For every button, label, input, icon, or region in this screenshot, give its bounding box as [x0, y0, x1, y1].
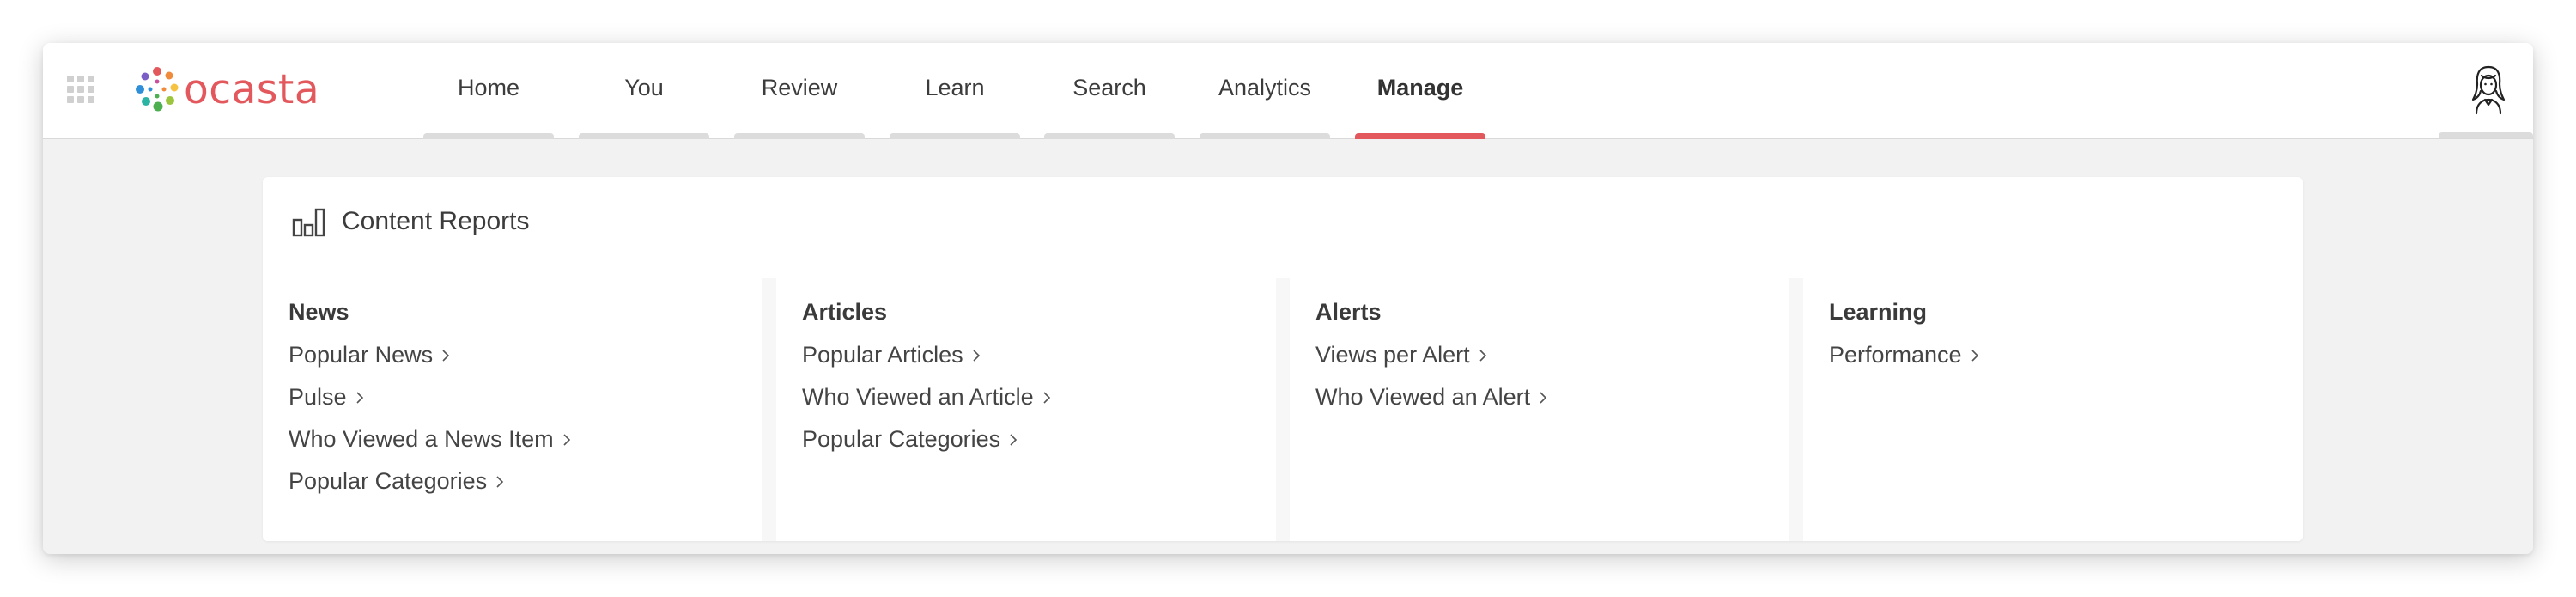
report-link-list: Performance	[1829, 342, 1979, 384]
report-link-label: Views per Alert	[1315, 342, 1470, 368]
tab-label: You	[624, 75, 664, 101]
tab-indicator	[2439, 132, 2533, 138]
report-link-list: Views per Alert Who Viewed an Alert	[1315, 342, 1547, 426]
report-link[interactable]: Pulse	[289, 384, 571, 426]
report-link-label: Who Viewed a News Item	[289, 426, 554, 452]
tab-label: Learn	[925, 75, 985, 101]
report-link[interactable]: Views per Alert	[1315, 342, 1547, 384]
report-link[interactable]: Performance	[1829, 342, 1979, 384]
tab-review[interactable]: Review	[734, 43, 865, 139]
report-link-label: Popular Categories	[802, 426, 1001, 452]
report-link[interactable]: Who Viewed an Article	[802, 384, 1051, 426]
tab-label: Review	[761, 75, 838, 101]
report-link-label: Who Viewed an Article	[802, 384, 1034, 410]
brand-name: ocasta	[184, 65, 320, 113]
report-link[interactable]: Popular Categories	[289, 468, 571, 510]
report-column-articles: Articles Popular Articles Who Viewed an …	[776, 278, 1276, 541]
tab-label: Manage	[1376, 75, 1464, 101]
column-divider	[1276, 278, 1290, 541]
logo-mark-icon	[136, 67, 179, 112]
report-link-label: Who Viewed an Alert	[1315, 384, 1531, 410]
report-link-label: Performance	[1829, 342, 1962, 368]
chevron-right-icon	[1043, 392, 1050, 404]
column-heading: Articles	[802, 299, 888, 325]
chevron-right-icon	[355, 392, 363, 404]
tab-indicator	[734, 133, 865, 139]
report-link-label: Pulse	[289, 384, 347, 410]
tab-label: Analytics	[1218, 75, 1312, 101]
grid-icon[interactable]	[67, 76, 94, 103]
report-link[interactable]: Popular Categories	[802, 426, 1051, 468]
app-window: ocasta Home You Review Learn Search Anal…	[43, 43, 2533, 554]
chevron-right-icon	[973, 350, 980, 362]
column-divider	[1789, 278, 1803, 541]
report-link[interactable]: Popular Articles	[802, 342, 1051, 384]
report-link-list: Popular News Pulse Who Viewed a News Ite…	[289, 342, 571, 510]
report-link[interactable]: Popular News	[289, 342, 571, 384]
chevron-right-icon	[1479, 350, 1486, 362]
content-reports-card: Content Reports News Popular News Pulse …	[263, 177, 2303, 541]
column-heading: News	[289, 299, 349, 325]
report-link[interactable]: Who Viewed a News Item	[289, 426, 571, 468]
chevron-right-icon	[442, 350, 450, 362]
tab-indicator	[423, 133, 554, 139]
tab-indicator-active	[1355, 133, 1485, 139]
report-column-learning: Learning Performance	[1803, 278, 2303, 541]
column-heading: Learning	[1829, 299, 1928, 325]
column-heading: Alerts	[1315, 299, 1382, 325]
report-columns: News Popular News Pulse Who Viewed a New…	[263, 278, 2303, 541]
chevron-right-icon	[1010, 434, 1018, 446]
tab-indicator	[579, 133, 709, 139]
report-link[interactable]: Who Viewed an Alert	[1315, 384, 1547, 426]
report-column-alerts: Alerts Views per Alert Who Viewed an Ale…	[1290, 278, 1789, 541]
column-divider	[762, 278, 776, 541]
tab-indicator	[1044, 133, 1175, 139]
bar-chart-icon	[292, 208, 325, 237]
tab-manage[interactable]: Manage	[1355, 43, 1485, 139]
chevron-right-icon	[496, 476, 504, 488]
chevron-right-icon	[1540, 392, 1547, 404]
tab-learn[interactable]: Learn	[890, 43, 1020, 139]
chevron-right-icon	[1971, 350, 1978, 362]
top-nav-bar: ocasta Home You Review Learn Search Anal…	[43, 43, 2533, 139]
report-link-label: Popular News	[289, 342, 434, 368]
tab-label: Home	[457, 75, 520, 101]
tab-analytics[interactable]: Analytics	[1200, 43, 1330, 139]
report-column-news: News Popular News Pulse Who Viewed a New…	[263, 278, 762, 541]
report-link-label: Popular Articles	[802, 342, 963, 368]
user-avatar[interactable]	[2466, 64, 2511, 115]
chevron-right-icon	[563, 434, 570, 446]
tab-label: Search	[1072, 75, 1146, 101]
tab-search[interactable]: Search	[1044, 43, 1175, 139]
report-link-label: Popular Categories	[289, 468, 488, 494]
tab-indicator	[890, 133, 1020, 139]
card-header: Content Reports	[263, 177, 2303, 266]
tab-indicator	[1200, 133, 1330, 139]
card-title: Content Reports	[342, 207, 530, 235]
tab-home[interactable]: Home	[423, 43, 554, 139]
report-link-list: Popular Articles Who Viewed an Article P…	[802, 342, 1051, 468]
brand-logo[interactable]: ocasta	[132, 62, 319, 117]
tab-you[interactable]: You	[579, 43, 709, 139]
